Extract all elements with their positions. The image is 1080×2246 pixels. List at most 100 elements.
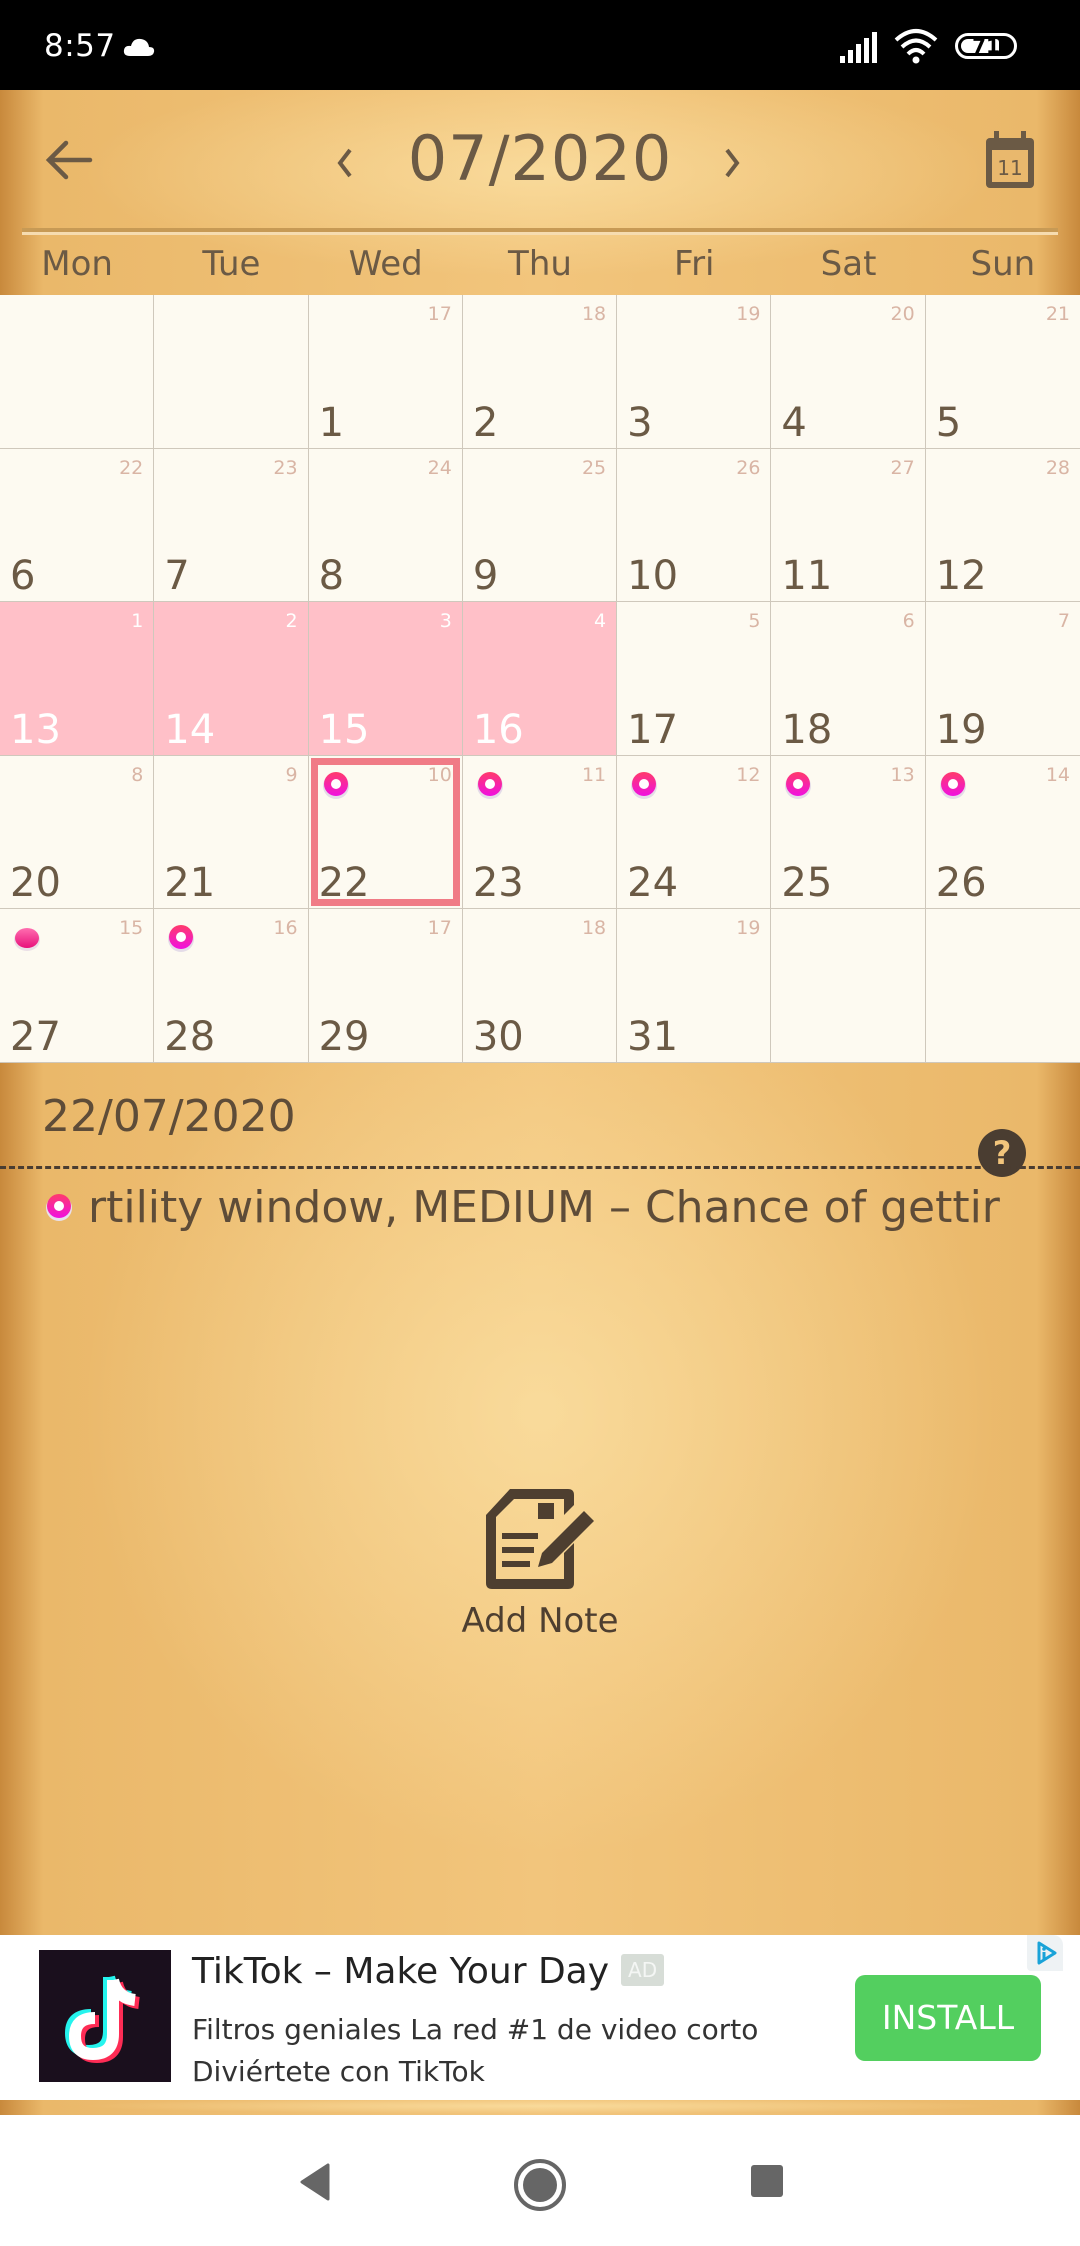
calendar-day-11[interactable]: 27 11 [771, 448, 926, 603]
calendar-day-8[interactable]: 24 8 [308, 448, 463, 603]
calendar-day-27[interactable]: 15 27 [0, 909, 155, 1063]
fertile-flower-icon [166, 923, 196, 953]
nav-back-button[interactable] [290, 2157, 340, 2211]
cycle-day-number: 13 [890, 763, 915, 786]
month-title[interactable]: 07/2020 [380, 122, 700, 195]
fertile-flower-icon [475, 770, 505, 800]
today-button[interactable]: 11 [982, 128, 1038, 192]
calendar-day-19[interactable]: 7 19 [925, 602, 1080, 756]
calendar-day-2[interactable]: 18 2 [462, 295, 618, 449]
ad-description-line-2: Diviértete con TikTok [192, 2055, 485, 2088]
cycle-day-number: 2 [285, 610, 298, 633]
weekday-label: Sat [820, 244, 877, 284]
calendar-day-24[interactable]: 12 24 [617, 755, 772, 910]
cloud-icon [122, 36, 156, 62]
day-number: 10 [627, 553, 679, 600]
day-number: 5 [935, 399, 962, 446]
day-number: 16 [472, 706, 524, 753]
cycle-day-number: 17 [427, 303, 452, 325]
adchoices-icon[interactable] [1027, 1935, 1063, 1971]
day-number: 3 [627, 399, 653, 446]
day-number: 14 [164, 706, 216, 753]
weekday-label: Mon [41, 244, 113, 284]
cycle-day-number: 22 [119, 456, 144, 479]
ad-badge: AD [621, 1954, 665, 1986]
calendar-day-15[interactable]: 3 15 [308, 602, 463, 756]
calendar-empty-cell [925, 909, 1080, 1063]
dashed-divider [0, 1166, 1080, 1169]
calendar-day-23[interactable]: 11 23 [462, 755, 618, 910]
day-number: 28 [164, 1014, 216, 1060]
day-number: 25 [781, 860, 833, 907]
day-number: 29 [318, 1014, 370, 1060]
cycle-day-number: 23 [273, 456, 298, 479]
calendar-day-20[interactable]: 8 20 [0, 755, 155, 910]
cycle-day-number: 24 [427, 456, 452, 479]
calendar-grid: 17 1 18 2 19 3 20 4 21 5 22 6 23 7 24 8 25 9 26 10 27 11 28 12 1… [0, 295, 1080, 1063]
home-icon [514, 2159, 566, 2211]
calendar-day-9[interactable]: 25 9 [462, 448, 618, 603]
nav-recents-button[interactable] [745, 2157, 789, 2211]
cycle-day-number: 5 [748, 610, 761, 633]
day-detail-panel: 22/07/2020 ? rtility window, MEDIUM – Ch… [0, 1063, 1080, 1935]
next-month-button[interactable] [712, 138, 752, 188]
ad-banner[interactable]: TikTok – Make Your Day AD Filtros geniale… [17, 1935, 1063, 2100]
calendar-day-5[interactable]: 21 5 [925, 295, 1080, 449]
calendar-day-12[interactable]: 28 12 [925, 448, 1080, 603]
day-number: 19 [935, 706, 987, 753]
calendar-header: 07/2020 11 Mon Tue Wed Thu Fri Sat Sun [0, 90, 1080, 385]
nav-home-button[interactable] [512, 2157, 568, 2217]
add-note-button[interactable]: Add Note [440, 1483, 640, 1683]
install-button[interactable]: INSTALL [855, 1975, 1041, 2061]
event-item[interactable]: rtility window, MEDIUM – Chance of getti… [0, 1178, 1080, 1238]
calendar-day-29[interactable]: 17 29 [308, 909, 463, 1063]
calendar-day-14[interactable]: 2 14 [154, 602, 309, 756]
calendar-day-3[interactable]: 19 3 [617, 295, 772, 449]
day-number: 26 [935, 860, 987, 907]
signal-icon [838, 30, 882, 68]
calendar-empty-cell [0, 295, 155, 449]
today-day: 11 [997, 156, 1022, 180]
calendar-day-21[interactable]: 9 21 [154, 755, 309, 910]
help-button[interactable]: ? [978, 1129, 1026, 1177]
calendar-day-7[interactable]: 23 7 [154, 448, 309, 603]
cycle-day-number: 21 [1045, 303, 1070, 325]
calendar-day-18[interactable]: 6 18 [771, 602, 926, 756]
calendar-day-6[interactable]: 22 6 [0, 448, 155, 603]
cycle-day-number: 14 [1045, 763, 1070, 786]
day-number: 23 [472, 860, 524, 907]
calendar-day-13[interactable]: 1 13 [0, 602, 155, 756]
day-number: 30 [472, 1014, 524, 1060]
arrow-left-icon [45, 140, 93, 180]
status-time: 8:57 [44, 28, 116, 64]
day-number: 7 [164, 553, 190, 600]
calendar-day-16[interactable]: 4 16 [462, 602, 618, 756]
calendar-day-4[interactable]: 20 4 [771, 295, 926, 449]
day-number: 6 [10, 553, 36, 600]
chevron-left-icon [337, 148, 352, 178]
cycle-day-number: 10 [427, 763, 452, 786]
fertile-flower-icon [938, 770, 968, 800]
calendar-day-10[interactable]: 26 10 [617, 448, 772, 603]
calendar-day-17[interactable]: 5 17 [617, 602, 772, 756]
recents-icon [751, 2165, 783, 2197]
calendar-day-30[interactable]: 18 30 [462, 909, 618, 1063]
back-button[interactable] [40, 130, 100, 190]
calendar-day-28[interactable]: 16 28 [154, 909, 309, 1063]
weekday-label: Tue [202, 244, 261, 284]
battery-icon: 71 [955, 33, 1017, 59]
wifi-icon [894, 28, 938, 68]
cycle-day-number: 25 [581, 456, 607, 479]
weekday-label: Wed [348, 244, 423, 284]
day-number: 31 [627, 1014, 679, 1060]
calendar-day-31[interactable]: 19 31 [617, 909, 772, 1063]
header-divider [22, 228, 1058, 235]
calendar-day-26[interactable]: 14 26 [925, 755, 1080, 910]
calendar-day-22[interactable]: 10 22 [308, 755, 463, 910]
calendar-day-25[interactable]: 13 25 [771, 755, 926, 910]
ad-background-strip [0, 2100, 1080, 2115]
cycle-day-number: 3 [439, 610, 452, 633]
previous-month-button[interactable] [325, 138, 365, 188]
day-number: 15 [318, 706, 370, 753]
calendar-day-1[interactable]: 17 1 [308, 295, 463, 449]
